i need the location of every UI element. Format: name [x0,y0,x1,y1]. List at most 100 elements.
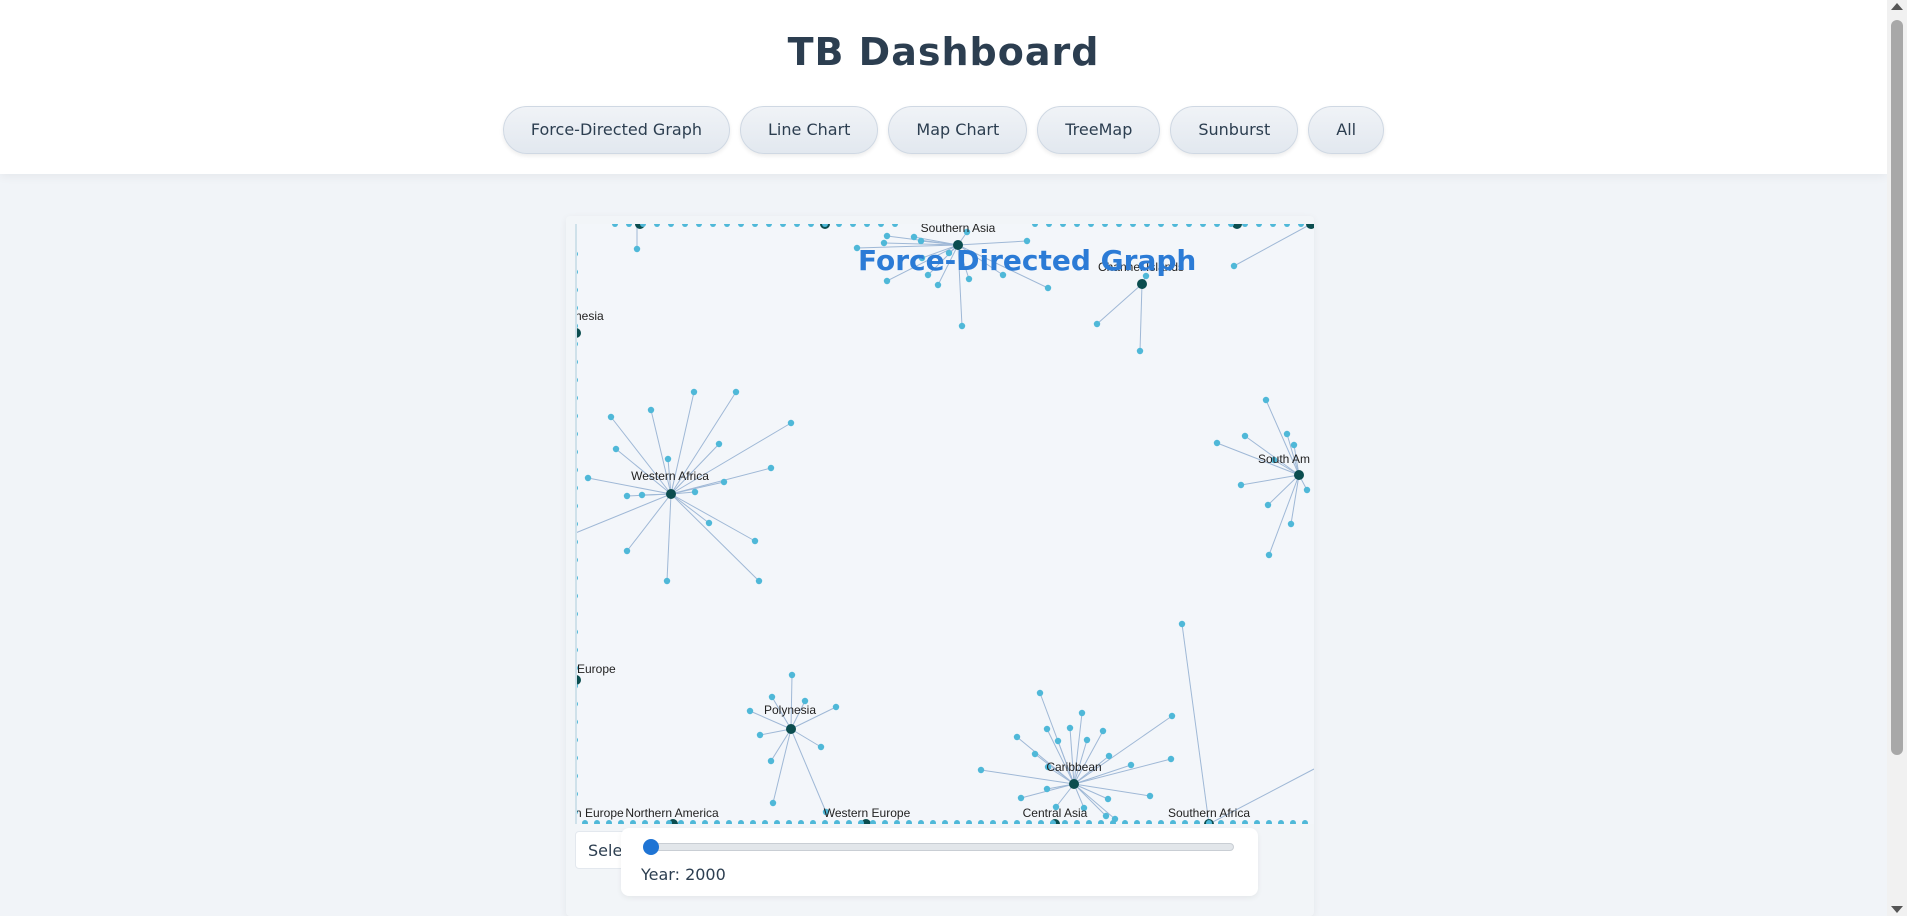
country-node[interactable] [1078,709,1086,717]
country-node[interactable] [942,820,948,824]
country-node[interactable] [1242,224,1248,227]
country-node[interactable] [1074,224,1080,227]
country-node[interactable] [618,820,624,824]
country-node[interactable] [1130,224,1136,227]
country-node[interactable] [705,519,713,527]
tab-all[interactable]: All [1308,106,1385,154]
country-node[interactable] [612,224,618,227]
country-node[interactable] [664,455,672,463]
country-node[interactable] [1241,432,1249,440]
country-node[interactable] [787,419,795,427]
country-node[interactable] [738,820,744,824]
region-node[interactable] [1294,470,1304,480]
country-node[interactable] [690,388,698,396]
country-node[interactable] [702,820,708,824]
country-node[interactable] [682,224,688,227]
region-node[interactable] [1306,224,1314,229]
country-node[interactable] [883,232,891,240]
country-node[interactable] [1200,224,1206,227]
tab-map-chart[interactable]: Map Chart [888,106,1028,154]
country-node[interactable] [769,799,777,807]
country-node[interactable] [1172,224,1178,227]
country-node[interactable] [978,820,984,824]
country-node[interactable] [1298,224,1304,227]
country-node[interactable] [767,757,775,765]
region-node[interactable] [1137,279,1147,289]
country-node[interactable] [1088,224,1094,227]
country-node[interactable] [1074,820,1080,824]
country-node[interactable] [786,820,792,824]
country-node[interactable] [1002,820,1008,824]
country-node[interactable] [850,224,856,227]
country-node[interactable] [1167,755,1175,763]
country-node[interactable] [751,537,759,545]
country-node[interactable] [1283,430,1291,438]
country-node[interactable] [882,820,888,824]
country-node[interactable] [954,820,960,824]
country-node[interactable] [930,820,936,824]
country-node[interactable] [834,820,840,824]
country-node[interactable] [934,281,942,289]
country-node[interactable] [1213,439,1221,447]
country-node[interactable] [1287,520,1295,528]
country-node[interactable] [1218,820,1224,824]
scroll-thumb[interactable] [1891,20,1903,755]
country-node[interactable] [762,820,768,824]
country-node[interactable] [1256,224,1262,227]
country-node[interactable] [755,577,763,585]
tab-line-chart[interactable]: Line Chart [740,106,879,154]
country-node[interactable] [1265,551,1273,559]
force-graph-svg[interactable]: Southern Asia Channel Islands nesia West… [575,224,1314,824]
country-node[interactable] [817,743,825,751]
country-node[interactable] [1066,724,1074,732]
country-node[interactable] [642,820,648,824]
country-node[interactable] [1178,620,1186,628]
country-node[interactable] [1290,820,1296,824]
country-node[interactable] [836,224,842,227]
country-node[interactable] [767,464,775,472]
country-node[interactable] [1013,733,1021,741]
country-node[interactable] [1026,820,1032,824]
country-node[interactable] [1031,750,1039,758]
country-node[interactable] [864,224,870,227]
country-node[interactable] [1043,785,1051,793]
country-node[interactable] [710,224,716,227]
country-node[interactable] [720,478,728,486]
country-node[interactable] [582,820,588,824]
country-node[interactable] [883,277,891,285]
country-node[interactable] [910,233,918,241]
country-node[interactable] [1242,820,1248,824]
country-node[interactable] [654,820,660,824]
country-node[interactable] [607,413,615,421]
country-node[interactable] [1099,727,1107,735]
country-node[interactable] [1038,820,1044,824]
country-node[interactable] [1144,224,1150,227]
country-node[interactable] [746,707,754,715]
country-node[interactable] [1146,820,1152,824]
country-node[interactable] [918,820,924,824]
country-node[interactable] [1060,224,1066,227]
scroll-up-arrow-icon[interactable] [1891,3,1903,10]
country-node[interactable] [1158,820,1164,824]
country-node[interactable] [663,577,671,585]
country-node[interactable] [752,224,758,227]
country-node[interactable] [612,445,620,453]
country-node[interactable] [977,766,985,774]
country-node[interactable] [1230,262,1238,270]
country-node[interactable] [1127,761,1135,769]
country-node[interactable] [750,820,756,824]
country-node[interactable] [822,820,828,824]
country-node[interactable] [798,820,804,824]
country-node[interactable] [1262,396,1270,404]
country-node[interactable] [1186,224,1192,227]
country-node[interactable] [1194,820,1200,824]
country-node[interactable] [633,245,641,253]
country-node[interactable] [626,224,632,227]
country-node[interactable] [1017,794,1025,802]
page-scrollbar[interactable] [1887,0,1907,916]
country-node[interactable] [1086,820,1092,824]
country-node[interactable] [1168,712,1176,720]
country-node[interactable] [654,224,660,227]
tab-sunburst[interactable]: Sunburst [1170,106,1299,154]
country-node[interactable] [1054,737,1062,745]
